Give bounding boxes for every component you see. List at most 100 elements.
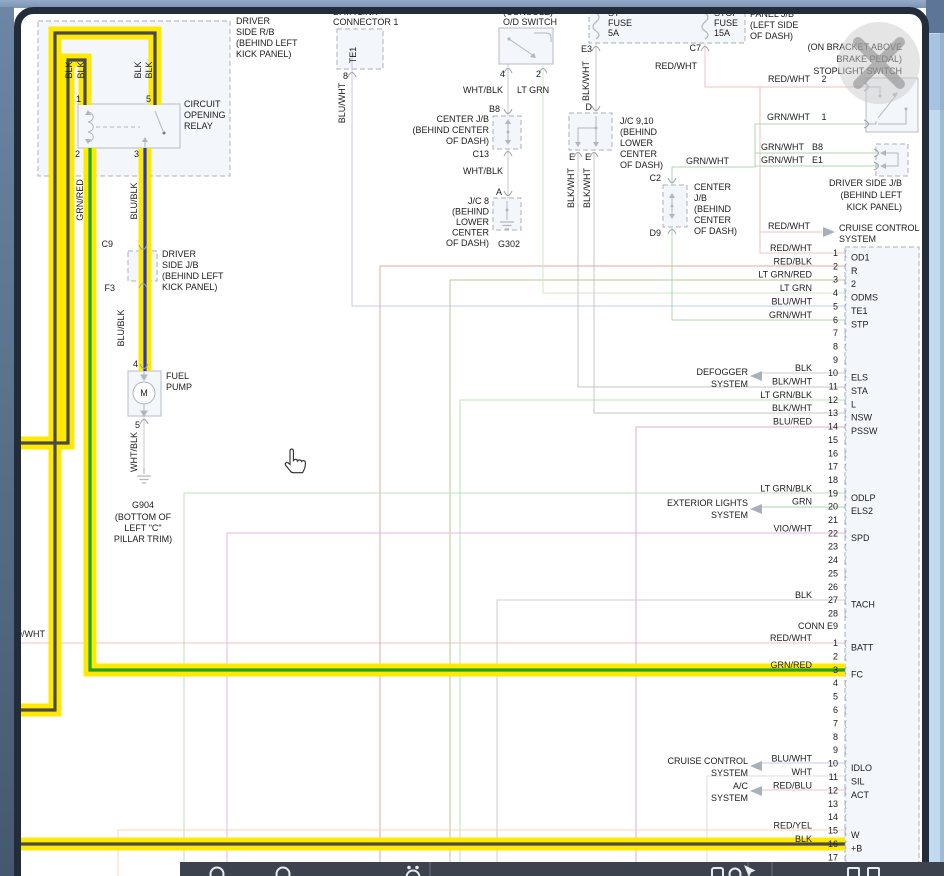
ecm-pin-arc: ( — [844, 608, 847, 618]
ecm-pin-number: 9 — [833, 355, 838, 365]
ecm-pin-arc: ( — [844, 595, 847, 605]
ecm-pin-arc: ( — [844, 288, 847, 298]
svg-text:4: 4 — [133, 359, 138, 369]
ecm-signal-name: TACH — [851, 600, 875, 610]
ecm-pin-arc: ( — [844, 705, 847, 715]
ecm-wire-label: BLK — [795, 363, 812, 373]
ecm-pin-number: 19 — [828, 488, 838, 498]
ecm-pin-arc: ( — [844, 341, 847, 351]
ecm-wire-label: LT GRN/RED — [758, 270, 812, 280]
ecm-pin-arc: ( — [844, 248, 847, 258]
ecm-signal-name: ACT — [851, 790, 870, 800]
ecm-pin-number: 6 — [833, 705, 838, 715]
ecm-signal-name: NSW — [851, 413, 873, 423]
svg-text:2: 2 — [536, 69, 541, 79]
ecm-wire-label: RED/YEL — [773, 821, 812, 831]
ecm-pin-number: 12 — [828, 395, 838, 405]
svg-text:2: 2 — [75, 149, 80, 159]
ecm-pin-number: 16 — [828, 448, 838, 458]
ecm-pin-arc: ( — [844, 328, 847, 338]
ecm-wire-label: GRN — [792, 497, 812, 507]
ecm-pin-arc: ( — [844, 301, 847, 311]
ecm-wire-label: BLK/WHT — [772, 377, 813, 387]
svg-text:C9: C9 — [101, 239, 113, 249]
wiring-diagram-canvas[interactable]: DRIVER SIDE R/B (BEHIND LEFT KICK PANEL) CI… — [0, 0, 944, 876]
ecm-pin-arc: ( — [844, 852, 847, 862]
svg-text:5: 5 — [135, 420, 140, 430]
svg-text:E: E — [569, 152, 575, 162]
ecm-pin-arc: ( — [844, 355, 847, 365]
ecm-pin-arc: ( — [844, 812, 847, 822]
svg-text:GRN/WHT: GRN/WHT — [686, 156, 729, 166]
svg-text:TE1: TE1 — [348, 47, 358, 64]
toolbar-icon-dots[interactable] — [415, 865, 419, 870]
ecm-pin-arc: ( — [844, 275, 847, 285]
svg-text:BLK/WHT: BLK/WHT — [566, 168, 576, 209]
x-marker-icon — [838, 22, 920, 104]
ecm-pin-arc: ( — [844, 692, 847, 702]
ecm-pin-number: 23 — [828, 542, 838, 552]
svg-text:GRN/RED: GRN/RED — [75, 179, 85, 221]
ecm-wire-label: BLU/WHT — [772, 296, 813, 306]
svg-text:BLK: BLK — [133, 61, 143, 78]
ecm-pin-arc: ( — [844, 568, 847, 578]
ecm-pin-number: 28 — [828, 608, 838, 618]
svg-text:WHT/BLK: WHT/BLK — [129, 432, 139, 472]
ecm-signal-name: L — [851, 399, 856, 409]
wiring-diagram-viewer: DRIVER SIDE R/B (BEHIND LEFT KICK PANEL) CI… — [0, 0, 944, 876]
svg-text:C7: C7 — [689, 43, 701, 53]
svg-text:M: M — [140, 388, 148, 398]
ecm-pin-arc: ( — [844, 382, 847, 392]
ecm-pin-number: 10 — [828, 759, 838, 769]
ecm-pin-number: 14 — [828, 812, 838, 822]
ecm-pin-number: 16 — [828, 839, 838, 849]
bottom-toolbar[interactable] — [180, 862, 944, 876]
ecm-pin-arc: ( — [844, 638, 847, 648]
ecm-pin-number: 15 — [828, 826, 838, 836]
ecm-pin-arc: ( — [844, 785, 847, 795]
ecm-pin-number: 4 — [833, 288, 838, 298]
ecm-pin-number: 13 — [828, 799, 838, 809]
toolbar-icon-dots[interactable] — [407, 865, 411, 870]
ecm-pin-arc: ( — [844, 839, 847, 849]
dlc1-box — [336, 28, 384, 70]
scrollbar-edge — [940, 33, 944, 876]
svg-text:RED/WHT: RED/WHT — [768, 221, 810, 231]
ecm-signal-name: ODLP — [851, 493, 876, 503]
ecm-wire-label: WHT — [792, 767, 813, 777]
ecm-wire-label: BLK — [795, 834, 812, 844]
ecm-signal-name: PSSW — [851, 426, 878, 436]
svg-text:RED/WHT: RED/WHT — [655, 61, 697, 71]
ecm-signal-name: W — [851, 830, 860, 840]
ecm-pin-arc: ( — [844, 368, 847, 378]
ecm-pin-arc: ( — [844, 515, 847, 525]
ecm-pin-number: 2 — [833, 651, 838, 661]
window-left-edge — [0, 7, 14, 876]
ecm-pin-number: 24 — [828, 555, 838, 565]
conn-e9-label: CONN E9 — [798, 621, 838, 631]
ecm-wire-label: GRN/RED — [770, 660, 812, 670]
driver-side-jb-b8e1-box — [875, 143, 909, 177]
ecm-pin-arc: ( — [844, 826, 847, 836]
ecm-pin-arc: ( — [844, 435, 847, 445]
ecm-pin-number: 26 — [828, 582, 838, 592]
svg-text:E: E — [585, 152, 591, 162]
ecm-pin-arc: ( — [844, 678, 847, 688]
svg-text:WHT/BLK: WHT/BLK — [463, 166, 503, 176]
ecm-pin-number: 15 — [828, 435, 838, 445]
svg-text:A: A — [496, 187, 502, 197]
ecm-pin-arc: ( — [844, 408, 847, 418]
ecm-pin-arc: ( — [844, 718, 847, 728]
svg-text:G302: G302 — [498, 239, 520, 249]
svg-text:FUELPUMP: FUEL PUMP — [166, 371, 192, 392]
svg-text:CENTERJ/B(BEHINDCENTEROF DASH): CENTER J/B (BEHIND CENTER OF DASH) — [694, 182, 737, 236]
ecm-pin-number: 18 — [828, 475, 838, 485]
window-top-edge — [0, 0, 944, 8]
ecm-wire-label: LT GRN/BLK — [760, 483, 812, 493]
ecm-signal-name: SPD — [851, 533, 870, 543]
ecm-wire-label: RED/WHT — [770, 633, 812, 643]
ecm-signal-name: R — [851, 266, 858, 276]
svg-text:D: D — [586, 102, 593, 112]
svg-text:C13: C13 — [472, 149, 489, 159]
ecm-signal-name: SIL — [851, 777, 865, 787]
